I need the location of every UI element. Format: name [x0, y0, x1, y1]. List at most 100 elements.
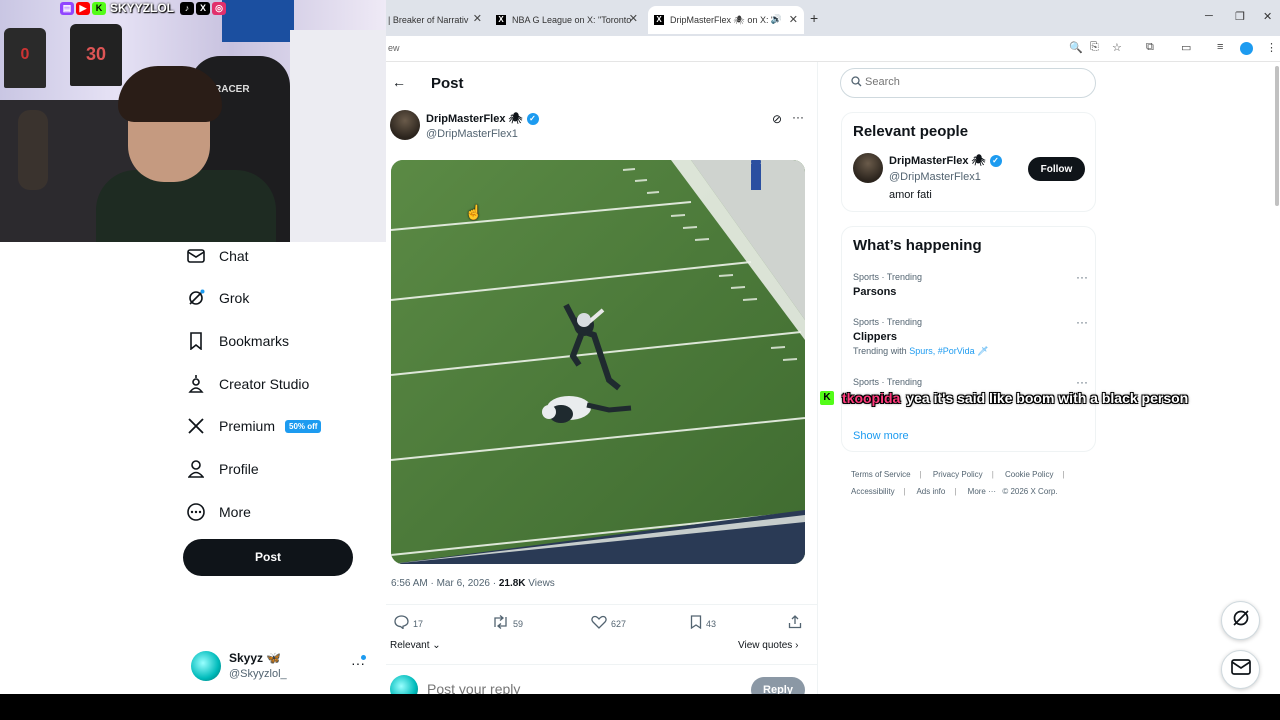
relevant-person-handle[interactable]: @DripMasterFlex1 [889, 171, 981, 183]
account-handle: @Skyyzlol_ [229, 668, 287, 680]
post-timestamp-views: 6:56 AM · Mar 6, 2026 · 21.8K Views [391, 578, 555, 589]
account-switcher[interactable]: Skyyz 🦋 @Skyyzlol_ ··· [191, 649, 366, 683]
close-icon[interactable]: ✕ [629, 12, 638, 25]
post-video[interactable]: ☝ [391, 160, 805, 564]
footer-link[interactable]: Accessibility [851, 487, 895, 496]
repost-action[interactable]: 59 [492, 615, 523, 632]
author-avatar[interactable] [390, 110, 420, 140]
reply-sort-dropdown[interactable]: Relevant ⌄ [390, 640, 441, 651]
bookmark-icon [690, 615, 702, 632]
post-action-bar: 17 59 627 43 [386, 604, 817, 638]
show-more-link[interactable]: Show more [853, 430, 909, 442]
post-detail-column: ← Post DripMasterFlex 🕷 ✓ @DripMasterFle… [386, 62, 818, 694]
page-scrollbar[interactable] [1275, 66, 1279, 206]
bookmark-star-icon[interactable]: ☆ [1112, 41, 1122, 54]
relevant-person-name[interactable]: DripMasterFlex 🕷 ✓ [889, 154, 1002, 167]
nav-item-profile[interactable]: Profile [186, 454, 259, 484]
webcam-flag [222, 0, 294, 42]
more-options-icon[interactable]: ··· [792, 110, 804, 124]
grok-icon [1231, 608, 1251, 633]
author-name-text: DripMasterFlex 🕷 [426, 113, 523, 125]
grok-explain-icon[interactable]: ⊘ [772, 112, 782, 126]
nav-item-premium[interactable]: Premium 50% off [186, 411, 322, 441]
trend-name: Clippers [853, 331, 898, 343]
reply-action[interactable]: 17 [394, 615, 423, 632]
sidebar-icon[interactable]: ▭ [1181, 41, 1191, 54]
author-handle[interactable]: @DripMasterFlex1 [426, 128, 518, 140]
more-icon[interactable]: ··· [1076, 375, 1088, 389]
menu-icon[interactable]: ⋮ [1266, 41, 1277, 54]
relevant-person-bio: amor fati [889, 189, 932, 201]
views-count: 21.8K [498, 578, 526, 589]
nav-item-chat[interactable]: Chat [186, 241, 249, 271]
post-button[interactable]: Post [183, 539, 353, 576]
zoom-icon[interactable]: 🔍 [1069, 41, 1083, 54]
browser-tab-1[interactable]: | Breaker of Narrativ ✕ [388, 8, 488, 32]
bookmark-count: 43 [706, 618, 717, 629]
nav-item-creator-studio[interactable]: Creator Studio [186, 369, 309, 399]
author-name[interactable]: DripMasterFlex 🕷 ✓ [426, 112, 539, 125]
minimize-icon[interactable]: ─ [1205, 10, 1213, 22]
grok-floating-button[interactable] [1221, 601, 1260, 640]
tiktok-icon: ♪ [180, 1, 195, 15]
search-box[interactable] [840, 68, 1096, 98]
messages-floating-button[interactable] [1221, 650, 1260, 689]
profile-avatar-icon[interactable] [1240, 42, 1253, 55]
more-icon[interactable]: ··· [1076, 315, 1088, 329]
bookmark-action[interactable]: 43 [690, 615, 716, 632]
footer-link[interactable]: Cookie Policy [1005, 470, 1053, 479]
browser-tab-2[interactable]: X NBA G League on X: "Toronto R ✕ [494, 8, 644, 32]
chat-message: yea it's said like boom with a black per… [906, 390, 1189, 406]
footer-link[interactable]: Terms of Service [851, 470, 911, 479]
reply-button[interactable]: Reply [751, 677, 805, 694]
window-close-icon[interactable]: ✕ [1263, 10, 1272, 23]
view-quotes-link[interactable]: View quotes › [738, 640, 798, 651]
trend-item[interactable]: Sports · Trending ··· [853, 375, 1088, 389]
more-icon[interactable]: ··· [1076, 270, 1088, 284]
webcam-person-body [96, 170, 276, 242]
repost-count: 59 [513, 618, 524, 629]
tab-title: DripMasterFlex 🕷 on X: "h [670, 14, 778, 25]
reply-input[interactable] [427, 681, 707, 694]
share-action[interactable] [788, 615, 802, 632]
back-arrow-icon[interactable]: ← [392, 74, 406, 90]
browser-tab-3-active[interactable]: X DripMasterFlex 🕷 on X: "h 🔊 ✕ [648, 6, 804, 34]
trend-item[interactable]: Sports · Trending Parsons ··· [853, 270, 1088, 298]
chevron-right-icon: › [795, 640, 799, 651]
page-title: Post [431, 75, 464, 92]
media-icon[interactable]: ≡ [1217, 41, 1223, 53]
views-label: Views [525, 578, 555, 589]
verified-badge-icon: ✓ [989, 154, 1002, 167]
trend-context: Sports · Trending [853, 317, 923, 327]
footer-link[interactable]: Privacy Policy [933, 470, 983, 479]
card-title: Relevant people [853, 123, 969, 140]
footer-link[interactable]: More ··· [968, 487, 996, 496]
premium-discount-badge: 50% off [285, 419, 322, 433]
search-input[interactable] [865, 76, 1085, 88]
verified-badge-icon: ✓ [526, 112, 539, 125]
like-action[interactable]: 627 [591, 615, 626, 632]
author-avatar[interactable] [853, 153, 883, 183]
close-icon[interactable]: ✕ [473, 12, 482, 25]
audio-icon[interactable]: 🔊 [771, 14, 782, 25]
trend-related-links[interactable]: Spurs, #PorVida 🗡 [909, 346, 988, 356]
screen: | Breaker of Narrativ ✕ X NBA G League o… [0, 0, 1280, 720]
restore-icon[interactable]: ❐ [1235, 10, 1245, 23]
follow-button[interactable]: Follow [1028, 157, 1085, 181]
extensions-icon[interactable]: ⧉ [1146, 41, 1154, 54]
new-tab-button[interactable]: + [810, 10, 818, 26]
social-handles-bar: ▤ ▶ K SKYYZLOL ♪ X ◎ [60, 1, 227, 15]
person-icon [186, 459, 206, 479]
nav-item-more[interactable]: More [186, 497, 251, 527]
footer-link[interactable]: Ads info [916, 487, 945, 496]
url-text[interactable]: ew [388, 43, 400, 53]
nav-item-bookmarks[interactable]: Bookmarks [186, 326, 289, 356]
trend-item[interactable]: Sports · Trending Clippers Trending with… [853, 315, 1088, 357]
nav-label: Profile [219, 461, 259, 477]
whats-happening-card: What’s happening Sports · Trending Parso… [841, 226, 1096, 452]
nav-item-grok[interactable]: Grok [186, 283, 249, 313]
avatar [390, 675, 418, 694]
creator-studio-icon [186, 374, 206, 394]
close-icon[interactable]: ✕ [789, 13, 798, 26]
cast-icon[interactable]: ⎘ [1090, 41, 1099, 54]
